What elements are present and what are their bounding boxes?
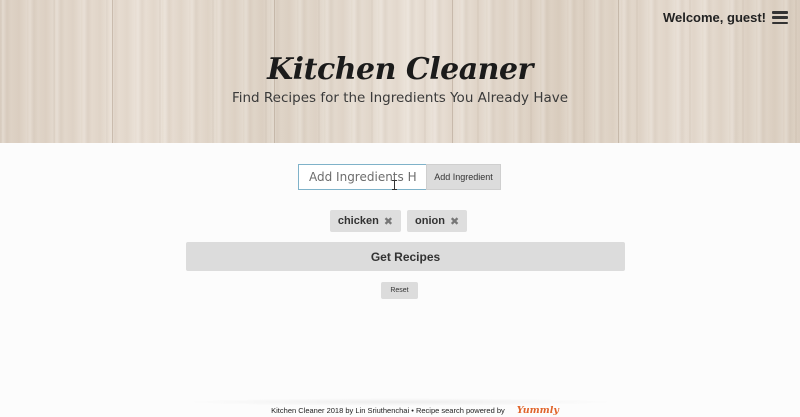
get-recipes-button[interactable]: Get Recipes — [186, 242, 625, 271]
page-subtitle: Find Recipes for the Ingredients You Alr… — [231, 90, 569, 106]
text-cursor-icon — [392, 180, 397, 190]
remove-icon[interactable]: ✖ — [450, 215, 459, 228]
hamburger-menu-icon[interactable] — [772, 11, 788, 25]
ingredient-input[interactable] — [298, 164, 426, 190]
ingredient-form: Add Ingredient — [298, 164, 501, 190]
footer-credit-text: Kitchen Cleaner 2018 by Lin Sriuthenchai… — [271, 405, 505, 415]
ingredient-tag: onion ✖ — [407, 210, 468, 232]
reset-button[interactable]: Reset — [381, 282, 418, 299]
welcome-message: Welcome, guest! — [662, 10, 766, 25]
yummly-logo[interactable]: Yummly — [517, 405, 559, 416]
footer: Kitchen Cleaner 2018 by Lin Sriuthenchai… — [0, 403, 800, 417]
ingredient-tag: chicken ✖ — [329, 210, 402, 232]
ingredient-tag-label: chicken — [337, 215, 379, 227]
ingredient-tag-list: chicken ✖ onion ✖ — [0, 210, 800, 232]
remove-icon[interactable]: ✖ — [384, 215, 393, 228]
add-ingredient-button[interactable]: Add Ingredient — [426, 164, 501, 190]
ingredient-tag-label: onion — [415, 215, 445, 227]
hero-banner: Welcome, guest! Kitchen Cleaner Find Rec… — [0, 0, 800, 143]
page-title: Kitchen Cleaner — [267, 52, 533, 87]
